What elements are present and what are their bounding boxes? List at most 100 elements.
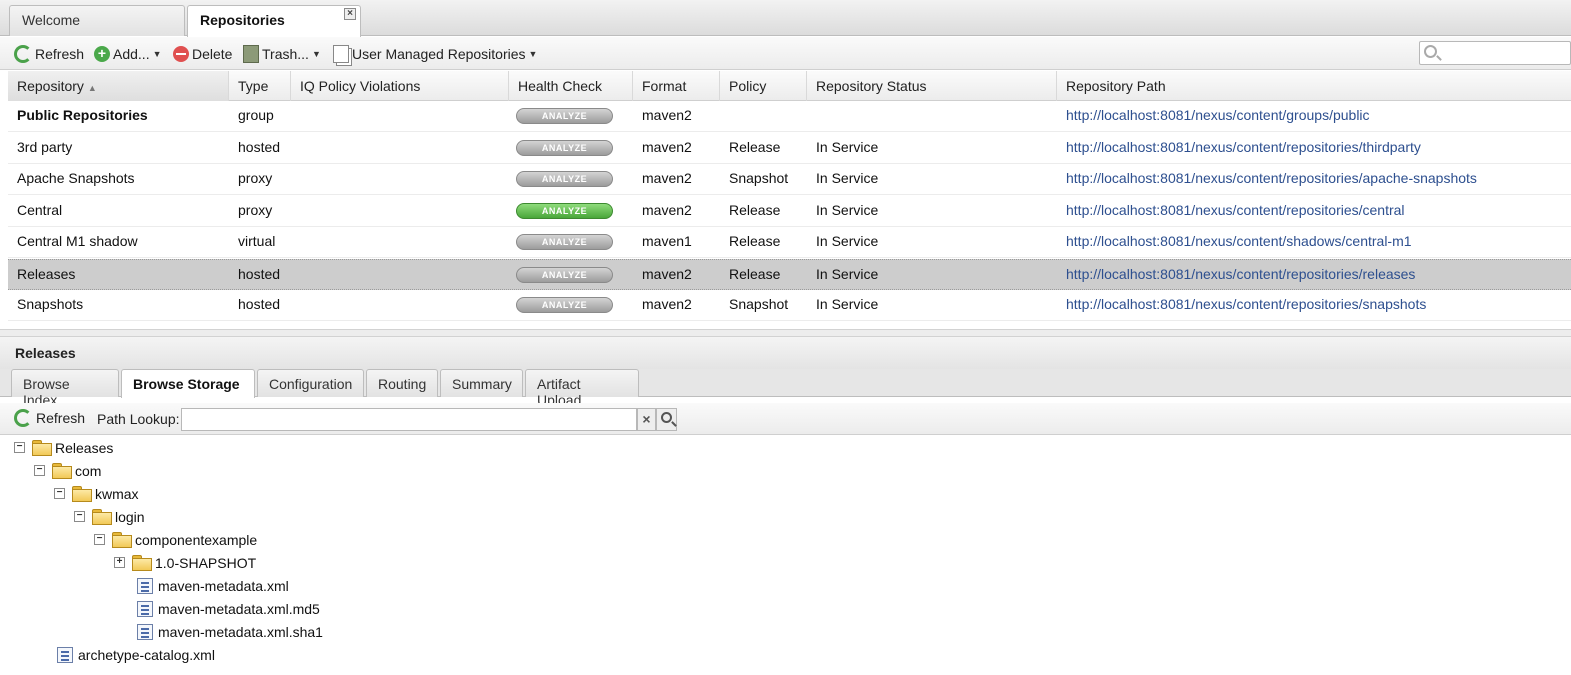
cell-name: Releases xyxy=(17,265,76,282)
cell-iq xyxy=(291,196,309,227)
tree-node-label: maven-metadata.xml xyxy=(158,577,289,594)
tree-node-label: login xyxy=(115,508,145,525)
tree-node[interactable]: − login xyxy=(74,505,145,528)
cell-policy: Snapshot xyxy=(729,296,789,312)
header-label: Policy xyxy=(729,78,767,94)
cell-name: Central xyxy=(17,201,63,218)
table-row[interactable]: Central proxy ANALYZE maven2 Release In Servi… xyxy=(8,196,1571,227)
column-header-iq[interactable]: IQ Policy Violations xyxy=(291,71,509,101)
tab-browse-index[interactable]: Browse Index xyxy=(11,369,119,408)
cell-iq xyxy=(291,260,309,291)
column-header-format[interactable]: Format xyxy=(633,71,720,101)
collapse-icon[interactable]: − xyxy=(54,488,65,499)
table-row[interactable]: 3rd party hosted ANALYZE maven2 Release In Se… xyxy=(8,133,1571,164)
tree-node[interactable]: − Releases xyxy=(14,436,113,459)
column-header-policy[interactable]: Policy xyxy=(720,71,807,101)
panel-splitter[interactable] xyxy=(0,329,1571,337)
column-header-repository[interactable]: Repository ▲ xyxy=(8,71,229,101)
tab-routing[interactable]: Routing xyxy=(366,369,438,397)
search-button[interactable] xyxy=(656,408,677,431)
path-lookup-input[interactable] xyxy=(181,408,637,431)
tab-browse-storage[interactable]: Browse Storage xyxy=(121,369,255,398)
collapse-icon[interactable]: − xyxy=(94,534,105,545)
clear-icon[interactable]: × xyxy=(637,408,656,431)
cell-path[interactable]: http://localhost:8081/nexus/content/repo… xyxy=(1057,133,1430,164)
cell-path[interactable]: http://localhost:8081/nexus/content/grou… xyxy=(1057,101,1379,132)
cell-type: hosted xyxy=(238,138,281,155)
cell-path[interactable]: http://localhost:8081/nexus/content/repo… xyxy=(1057,290,1435,321)
cell-name: Public Repositories xyxy=(17,107,148,123)
search-input[interactable] xyxy=(1419,41,1571,65)
tab-artifact-upload[interactable]: Artifact Upload xyxy=(525,369,639,408)
tree-node[interactable]: − com xyxy=(34,459,101,482)
column-header-status[interactable]: Repository Status xyxy=(807,71,1057,101)
refresh-icon xyxy=(14,409,32,427)
header-label: Type xyxy=(238,78,269,94)
column-header-health[interactable]: Health Check xyxy=(509,71,633,101)
tree-node[interactable]: archetype-catalog.xml xyxy=(34,643,215,666)
table-row[interactable]: Releases hosted ANALYZE maven2 Release In Ser… xyxy=(8,258,1571,291)
analyze-button[interactable]: ANALYZE xyxy=(516,266,613,283)
tree-node[interactable]: − kwmax xyxy=(54,482,139,505)
tree-node-label: com xyxy=(75,462,102,479)
panel-header: Releases xyxy=(0,337,1571,369)
delete-button[interactable]: Delete xyxy=(173,43,232,65)
user-managed-repositories-button[interactable]: User Managed Repositories ▼ xyxy=(333,43,537,65)
expand-icon[interactable]: + xyxy=(114,557,125,568)
storage-refresh-button[interactable]: Refresh xyxy=(14,409,85,427)
column-header-type[interactable]: Type xyxy=(229,71,291,101)
collapse-icon[interactable]: − xyxy=(34,465,45,476)
cell-name: Apache Snapshots xyxy=(17,170,135,186)
cell-iq xyxy=(291,133,309,164)
search-icon xyxy=(661,412,672,423)
tab-label: Summary xyxy=(452,376,512,392)
close-icon[interactable]: × xyxy=(344,8,356,20)
table-row[interactable]: Snapshots hosted ANALYZE maven2 Snapshot In S… xyxy=(8,290,1571,321)
table-row[interactable]: Apache Snapshots proxy ANALYZE maven2 Snapsh… xyxy=(8,164,1571,195)
analyze-button[interactable]: ANALYZE xyxy=(516,202,613,219)
table-row[interactable]: Public Repositories group ANALYZE maven2 htt… xyxy=(8,101,1571,132)
table-row[interactable]: Central M1 shadow virtual ANALYZE maven1 Rel… xyxy=(8,227,1571,258)
tab-label: Configuration xyxy=(269,376,353,392)
analyze-button[interactable]: ANALYZE xyxy=(516,234,613,250)
refresh-label: Refresh xyxy=(35,46,85,62)
cell-iq xyxy=(291,101,309,132)
tab-summary[interactable]: Summary xyxy=(440,369,523,397)
tree-node[interactable]: maven-metadata.xml.md5 xyxy=(114,597,320,620)
tree-node[interactable]: maven-metadata.xml xyxy=(114,574,289,597)
file-icon xyxy=(57,646,73,663)
analyze-button[interactable]: ANALYZE xyxy=(516,297,613,313)
collapse-icon[interactable]: − xyxy=(14,442,25,453)
cell-path[interactable]: http://localhost:8081/nexus/content/repo… xyxy=(1057,164,1486,195)
storage-toolbar: Refresh Path Lookup: × xyxy=(0,403,1571,435)
cell-policy: Release xyxy=(729,233,781,249)
header-label: Format xyxy=(642,78,687,94)
column-header-path[interactable]: Repository Path xyxy=(1057,71,1571,101)
analyze-button[interactable]: ANALYZE xyxy=(516,139,613,156)
trash-icon xyxy=(243,45,259,63)
cell-path[interactable]: http://localhost:8081/nexus/content/repo… xyxy=(1057,260,1424,291)
tree-node[interactable]: +1.0-SHAPSHOT xyxy=(114,551,256,574)
tree-node[interactable]: − componentexample xyxy=(94,528,257,551)
cell-path[interactable]: http://localhost:8081/nexus/content/shad… xyxy=(1057,227,1421,258)
cell-iq xyxy=(291,227,309,258)
refresh-button[interactable]: Refresh xyxy=(14,43,84,65)
cell-format: maven2 xyxy=(642,201,692,218)
analyze-button[interactable]: ANALYZE xyxy=(516,171,613,187)
folder-icon xyxy=(32,440,52,456)
cell-format: maven2 xyxy=(642,265,692,282)
tab-repositories[interactable]: Repositories × xyxy=(187,5,361,37)
cell-type: group xyxy=(238,107,274,123)
file-icon xyxy=(137,623,153,640)
collapse-icon[interactable]: − xyxy=(74,511,85,522)
tab-configuration[interactable]: Configuration xyxy=(257,369,364,397)
add-button[interactable]: + Add... ▼ xyxy=(94,43,162,65)
cell-path[interactable]: http://localhost:8081/nexus/content/repo… xyxy=(1057,196,1414,227)
add-label: Add... xyxy=(113,46,150,62)
tab-welcome[interactable]: Welcome xyxy=(9,5,185,36)
cell-type: virtual xyxy=(238,233,276,249)
header-label: Repository xyxy=(17,78,84,94)
trash-button[interactable]: Trash... ▼ xyxy=(243,43,321,65)
tree-node[interactable]: maven-metadata.xml.sha1 xyxy=(114,620,323,643)
analyze-button[interactable]: ANALYZE xyxy=(516,108,613,124)
